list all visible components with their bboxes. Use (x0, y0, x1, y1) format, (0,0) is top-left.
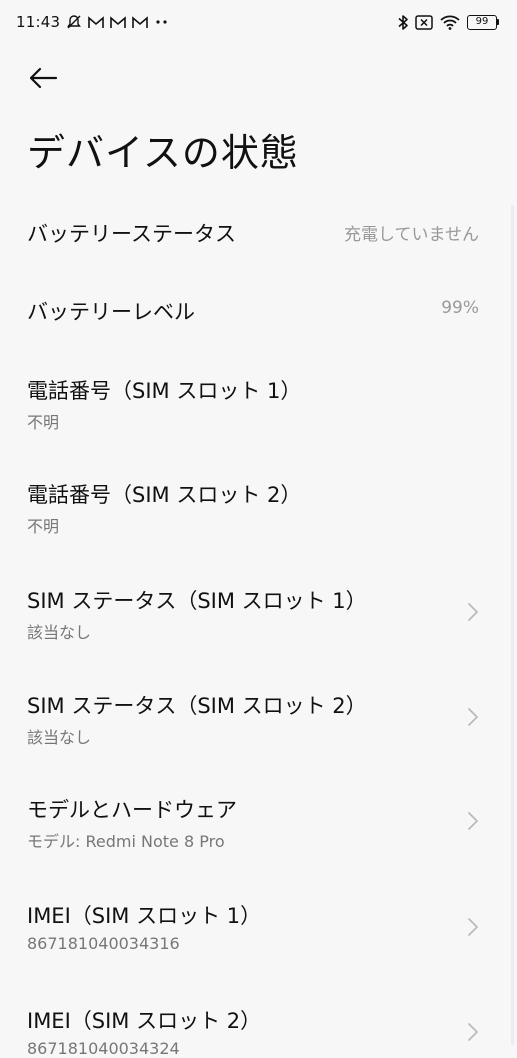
model-hardware-row[interactable]: モデルとハードウェア モデル: Redmi Note 8 Pro (0, 794, 517, 852)
chevron-right-icon (468, 918, 478, 936)
row-subtitle: 不明 (27, 517, 60, 536)
row-title: SIM ステータス（SIM スロット 1） (27, 589, 367, 613)
gmail-icon (88, 15, 105, 29)
sim-off-icon (415, 14, 433, 30)
row-subtitle: 該当なし (27, 623, 92, 642)
chevron-right-icon (468, 708, 478, 726)
phone-number-slot1-row: 電話番号（SIM スロット 1） 不明 (0, 375, 517, 433)
page-title: デバイスの状態 (27, 131, 299, 175)
scrollbar[interactable] (511, 205, 514, 1045)
row-title: IMEI（SIM スロット 1） (27, 904, 262, 928)
row-value: 充電していません (344, 225, 479, 245)
row-title: モデルとハードウェア (27, 798, 237, 822)
row-value: 99% (441, 298, 479, 318)
wifi-icon (439, 14, 461, 30)
row-title: SIM ステータス（SIM スロット 2） (27, 694, 367, 718)
status-time: 11:43 (16, 13, 61, 31)
battery-icon: 99 (467, 14, 499, 30)
arrow-left-icon (28, 67, 58, 89)
phone-number-slot2-row: 電話番号（SIM スロット 2） 不明 (0, 479, 517, 537)
row-title: バッテリーレベル (27, 300, 195, 324)
battery-status-row: バッテリーステータス 充電していません (0, 218, 517, 248)
gmail-icon (132, 15, 149, 29)
battery-level-row: バッテリーレベル 99% (0, 296, 517, 326)
sim-status-slot1-row[interactable]: SIM ステータス（SIM スロット 1） 該当なし (0, 585, 517, 643)
alarm-off-icon (66, 14, 82, 30)
row-subtitle: モデル: Redmi Note 8 Pro (27, 832, 225, 851)
row-subtitle: 867181040034316 (27, 934, 180, 953)
row-title: 電話番号（SIM スロット 1） (27, 379, 302, 403)
imei-slot1-row[interactable]: IMEI（SIM スロット 1） 867181040034316 (0, 900, 517, 953)
more-dots-icon (154, 19, 170, 25)
status-bar-left: 11:43 (16, 13, 170, 31)
row-title: 電話番号（SIM スロット 2） (27, 483, 302, 507)
bluetooth-icon (397, 14, 409, 31)
chevron-right-icon (468, 1023, 478, 1041)
row-title: IMEI（SIM スロット 2） (27, 1009, 262, 1033)
status-bar-right: 99 (397, 14, 499, 31)
back-button[interactable] (28, 62, 64, 94)
row-subtitle: 該当なし (27, 728, 92, 747)
battery-level: 99 (467, 14, 497, 30)
chevron-right-icon (468, 603, 478, 621)
chevron-right-icon (468, 812, 478, 830)
status-bar: 11:43 99 (0, 0, 517, 44)
row-subtitle: 不明 (27, 413, 60, 432)
imei-slot2-row[interactable]: IMEI（SIM スロット 2） 867181040034324 (0, 1005, 517, 1058)
row-subtitle: 867181040034324 (27, 1039, 180, 1058)
sim-status-slot2-row[interactable]: SIM ステータス（SIM スロット 2） 該当なし (0, 690, 517, 748)
gmail-icon (110, 15, 127, 29)
